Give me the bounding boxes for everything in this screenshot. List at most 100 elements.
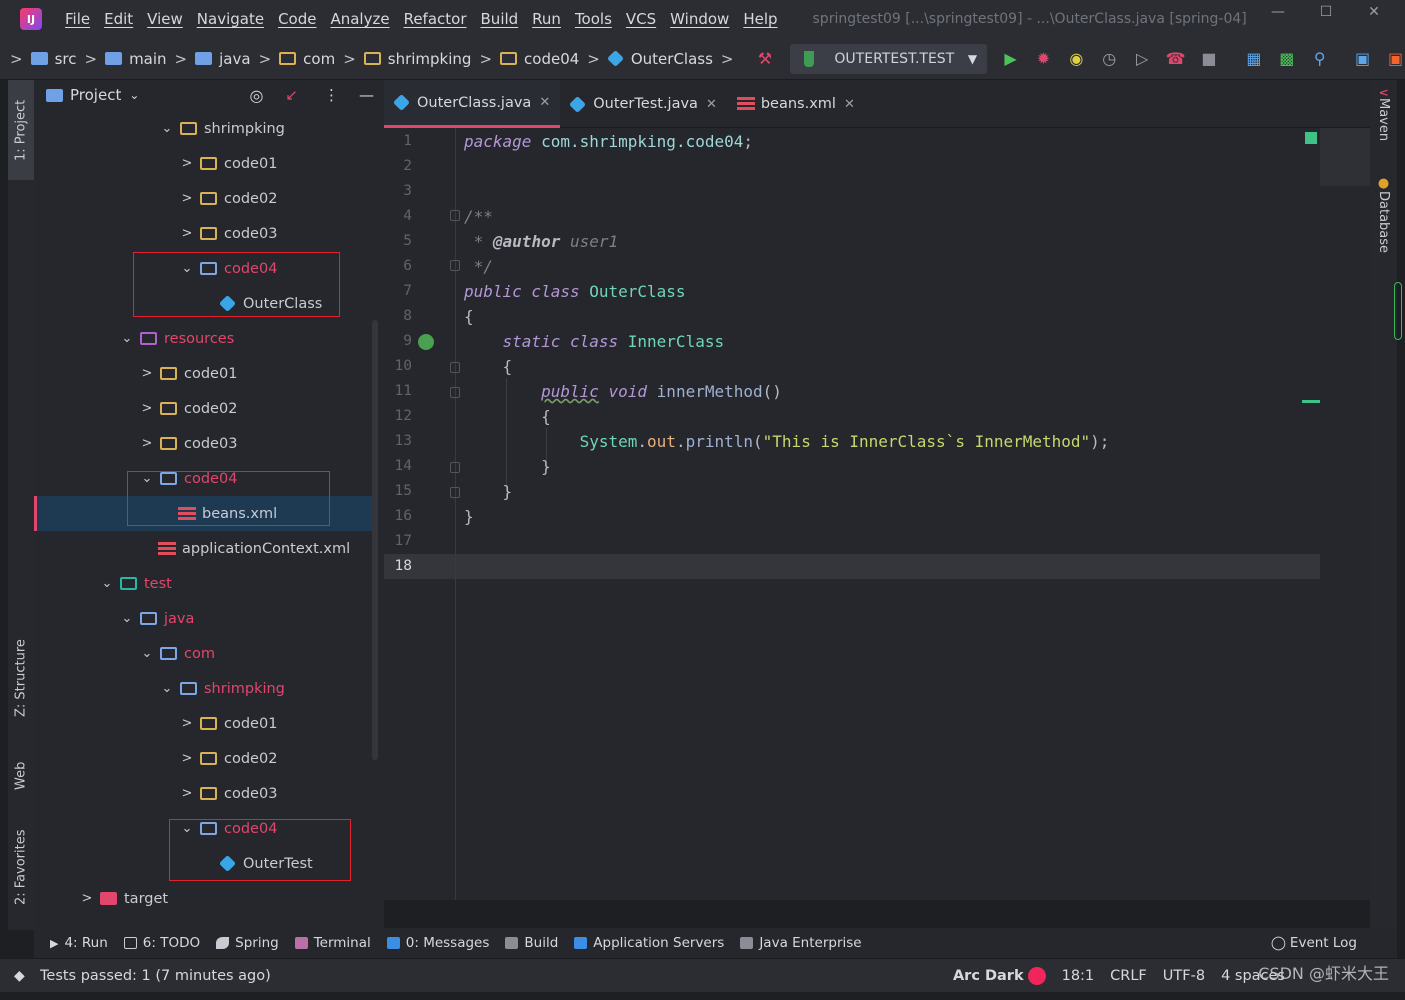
tool-messages[interactable]: 0: Messages — [386, 935, 489, 951]
status-layers-icon[interactable]: ◆ — [14, 968, 25, 984]
menu-code[interactable]: Code — [271, 10, 323, 28]
tree-item-com[interactable]: ⌄ com — [140, 636, 215, 671]
menu-run[interactable]: Run — [525, 10, 568, 28]
chevron-right-icon[interactable]: > — [180, 716, 194, 731]
tool-event-log[interactable]: ◯ Event Log — [1271, 935, 1357, 951]
breadcrumb-outerclass[interactable]: OuterClass > — [606, 50, 742, 68]
chevron-right-icon[interactable]: > — [180, 191, 194, 206]
file-encoding[interactable]: UTF-8 — [1163, 968, 1205, 984]
tab-maven[interactable]: ∨ Maven — [1370, 88, 1397, 158]
chevron-right-icon[interactable]: > — [140, 366, 154, 381]
tree-item-test[interactable]: ⌄ test — [100, 566, 172, 601]
stop-icon[interactable]: ■ — [1200, 49, 1219, 69]
chevron-right-icon[interactable]: > — [180, 786, 194, 801]
fold-icon[interactable] — [450, 210, 460, 221]
fold-icon[interactable] — [450, 462, 460, 473]
breadcrumb-src[interactable]: src > — [30, 50, 105, 68]
tab-database[interactable]: ● Database — [1370, 176, 1397, 266]
chevron-right-icon[interactable]: > — [180, 751, 194, 766]
tool-todo[interactable]: 6: TODO — [123, 935, 200, 951]
tool-build[interactable]: Build — [505, 935, 558, 951]
line-separator[interactable]: CRLF — [1110, 968, 1147, 984]
menu-edit[interactable]: Edit — [97, 10, 140, 28]
chevron-down-icon[interactable]: ⌄ — [160, 121, 174, 136]
chevron-right-icon[interactable]: > — [140, 436, 154, 451]
minimize-icon[interactable]: — — [1258, 4, 1298, 26]
menu-help[interactable]: Help — [736, 10, 784, 28]
tool-run[interactable]: ▶ 4: Run — [50, 935, 108, 951]
locate-target-icon[interactable]: ◎ — [249, 86, 263, 105]
fold-icon[interactable] — [450, 387, 460, 398]
debug-bug-icon[interactable]: ✹ — [1034, 49, 1053, 69]
tree-item-code03[interactable]: > code03 — [140, 426, 238, 461]
status-message[interactable]: Tests passed: 1 (7 minutes ago) — [40, 968, 271, 984]
tree-item-code02[interactable]: > code02 — [180, 181, 278, 216]
menu-analyze[interactable]: Analyze — [323, 10, 396, 28]
tree-item-resources[interactable]: ⌄ resources — [120, 321, 235, 356]
breadcrumb-code04[interactable]: code04 > — [500, 50, 608, 68]
tool-terminal[interactable]: Terminal — [294, 935, 371, 951]
caret-position[interactable]: 18:1 — [1062, 968, 1095, 984]
tab-beans-xml[interactable]: beans.xml ✕ — [727, 80, 865, 128]
chevron-down-icon[interactable]: ⌄ — [120, 611, 134, 626]
tree-item-code02[interactable]: > code02 — [140, 391, 238, 426]
chevron-right-icon[interactable]: > — [180, 226, 194, 241]
coverage-icon[interactable]: ◉ — [1067, 49, 1086, 69]
chevron-down-icon[interactable]: ⌄ — [129, 88, 139, 102]
close-tab-icon[interactable]: ✕ — [844, 97, 855, 112]
tree-item-target[interactable]: > target — [80, 881, 169, 916]
project-structure-icon[interactable]: ▦ — [1244, 49, 1263, 69]
fold-icon[interactable] — [450, 487, 460, 498]
breadcrumb-shrimpking[interactable]: shrimpking > — [363, 50, 500, 68]
tree-item-code01[interactable]: > code01 — [180, 146, 278, 181]
code-editor[interactable]: 1 2 3 4 5 6 7 8 9 10 11 12 13 14 15 16 17 18 package com.… — [384, 128, 1370, 900]
tab-structure[interactable]: Z: Structure — [8, 628, 34, 728]
editor-scrollbar[interactable] — [1394, 282, 1402, 340]
translate-alt-icon[interactable]: ▣ — [1386, 49, 1405, 69]
terminal-icon[interactable]: ▩ — [1277, 49, 1296, 69]
project-scrollbar[interactable] — [372, 320, 378, 760]
options-menu-icon[interactable]: ⋮ — [324, 86, 339, 104]
tab-outertest-java[interactable]: OuterTest.java ✕ — [560, 80, 727, 128]
close-tab-icon[interactable]: ✕ — [706, 97, 717, 112]
breadcrumb-main[interactable]: main > — [105, 50, 195, 68]
run-gutter-icon[interactable] — [418, 334, 434, 350]
close-icon[interactable]: ✕ — [1354, 4, 1394, 26]
chevron-down-icon[interactable]: ⌄ — [160, 681, 174, 696]
run-configuration-select[interactable]: OUTERTEST.TEST ▼ — [790, 43, 988, 74]
nav-back-chevron-icon[interactable]: > — [6, 50, 31, 68]
fold-icon[interactable] — [450, 260, 460, 271]
project-view-select[interactable]: Project — [70, 86, 121, 104]
tree-item-code01[interactable]: > code01 — [140, 356, 238, 391]
chevron-down-icon[interactable]: ⌄ — [140, 646, 154, 661]
search-icon[interactable]: ⚲ — [1310, 49, 1329, 69]
chevron-right-icon[interactable]: > — [80, 891, 94, 906]
close-tab-icon[interactable]: ✕ — [539, 95, 550, 110]
hide-panel-icon[interactable]: — — [359, 86, 374, 104]
menu-navigate[interactable]: Navigate — [190, 10, 271, 28]
menu-refactor[interactable]: Refactor — [397, 10, 474, 28]
menu-vcs[interactable]: VCS — [619, 10, 663, 28]
translate-icon[interactable]: ▣ — [1353, 49, 1372, 69]
menu-view[interactable]: View — [140, 10, 190, 28]
tree-item-applicationcontext-xml[interactable]: applicationContext.xml — [158, 531, 350, 566]
maximize-icon[interactable]: ☐ — [1306, 4, 1346, 26]
chevron-down-icon[interactable]: ⌄ — [120, 331, 134, 346]
tree-item-code01[interactable]: > code01 — [180, 706, 278, 741]
tool-java-enterprise[interactable]: Java Enterprise — [740, 935, 862, 951]
menu-tools[interactable]: Tools — [568, 10, 619, 28]
run-again-icon[interactable]: ▷ — [1133, 49, 1152, 69]
chevron-right-icon[interactable]: > — [180, 156, 194, 171]
tree-item-shrimpking[interactable]: ⌄ shrimpking — [160, 111, 285, 146]
tree-item-code02[interactable]: > code02 — [180, 741, 278, 776]
theme-icon[interactable] — [1027, 966, 1046, 985]
tool-application-servers[interactable]: Application Servers — [574, 935, 724, 951]
collapse-all-icon[interactable]: ↙ — [285, 86, 298, 104]
tree-item-java[interactable]: ⌄ java — [120, 601, 195, 636]
tree-item-shrimpking[interactable]: ⌄ shrimpking — [160, 671, 285, 706]
inspection-ok-icon[interactable] — [1305, 132, 1317, 144]
run-icon[interactable]: ▶ — [1001, 49, 1020, 69]
chevron-right-icon[interactable]: > — [140, 401, 154, 416]
fold-icon[interactable] — [450, 362, 460, 373]
menu-window[interactable]: Window — [663, 10, 736, 28]
